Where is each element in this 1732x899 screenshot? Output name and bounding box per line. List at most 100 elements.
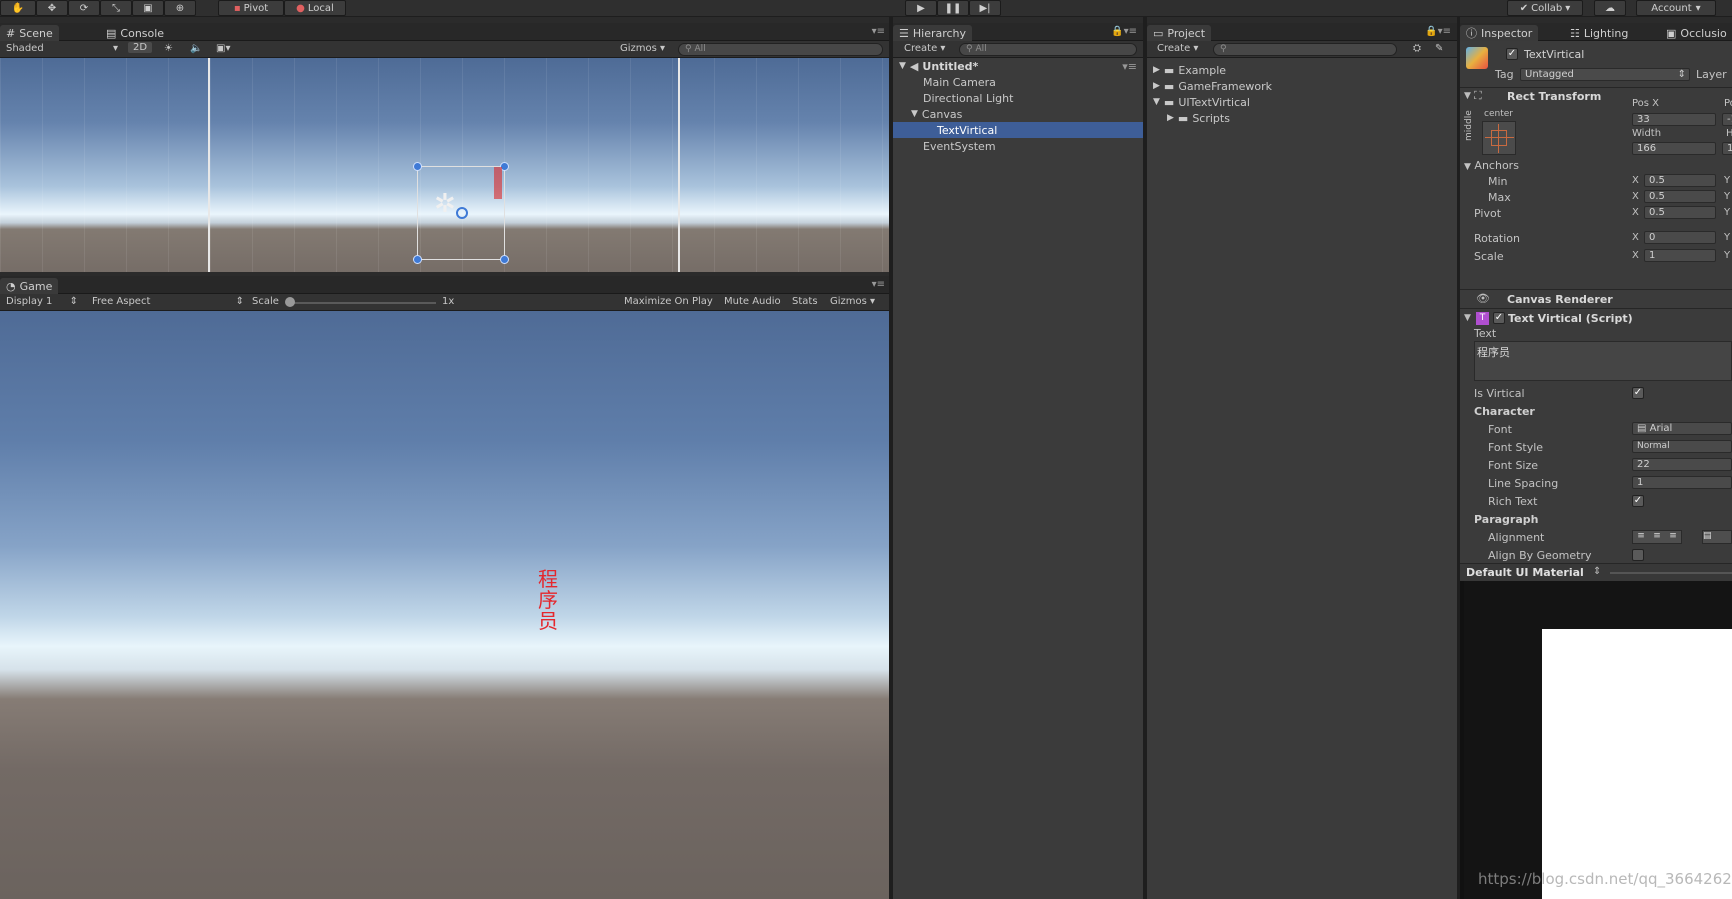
- active-checkbox[interactable]: ✓: [1506, 48, 1518, 60]
- game-view[interactable]: 程 序 员: [0, 311, 889, 899]
- rect-handle[interactable]: [413, 255, 422, 264]
- hierarchy-item[interactable]: EventSystem: [893, 138, 1143, 154]
- tag-dropdown[interactable]: Untagged ⇕: [1520, 68, 1690, 81]
- menu-icon[interactable]: ▾≡: [1122, 60, 1137, 73]
- scale-slider-thumb[interactable]: [285, 297, 295, 307]
- anchors-foldout[interactable]: ▼ Anchors: [1464, 159, 1519, 172]
- font-field[interactable]: ▤ Arial: [1632, 422, 1732, 435]
- hierarchy-create-dropdown[interactable]: Create ▾: [904, 43, 945, 54]
- play-button[interactable]: ▶: [905, 0, 937, 16]
- effects-dropdown[interactable]: ▣▾: [216, 43, 230, 54]
- lighting-toggle[interactable]: ☀: [164, 43, 173, 54]
- project-search-input[interactable]: ⚲: [1213, 43, 1397, 56]
- transform-tool-button[interactable]: ⊕: [164, 0, 196, 16]
- posy-field[interactable]: -1: [1722, 113, 1732, 126]
- anchors-min-x-field[interactable]: 0.5: [1644, 174, 1716, 187]
- display-dropdown[interactable]: Display 1 ⇕: [6, 296, 78, 307]
- object-name[interactable]: TextVirtical: [1524, 48, 1584, 61]
- rect-tool-button[interactable]: ▣: [132, 0, 164, 16]
- tag-icon[interactable]: ✎: [1435, 43, 1443, 54]
- is-vertical-checkbox[interactable]: ✓: [1632, 387, 1644, 399]
- rect-handle[interactable]: [413, 162, 422, 171]
- scene-search-input[interactable]: ⚲ All: [678, 43, 883, 56]
- aspect-dropdown[interactable]: Free Aspect ⇕: [92, 296, 244, 307]
- hierarchy-item-selected[interactable]: TextVirtical: [893, 122, 1143, 138]
- align-top-icon[interactable]: ▤: [1703, 531, 1712, 541]
- anchors-max-x-field[interactable]: 0.5: [1644, 190, 1716, 203]
- pivot-handle[interactable]: [456, 207, 468, 219]
- script-header[interactable]: ▼ T ✓ Text Virtical (Script): [1460, 308, 1732, 327]
- posx-field[interactable]: 33: [1632, 113, 1716, 126]
- maximize-on-play-toggle[interactable]: Maximize On Play: [624, 296, 713, 307]
- cloud-button[interactable]: ☁: [1594, 0, 1626, 16]
- rich-text-checkbox[interactable]: ✓: [1632, 495, 1644, 507]
- align-center-icon[interactable]: ≡: [1653, 531, 1661, 543]
- tab-game[interactable]: ◔ Game: [0, 278, 59, 294]
- stats-toggle[interactable]: Stats: [792, 296, 818, 307]
- move-tool-button[interactable]: ✥: [36, 0, 68, 16]
- align-right-icon[interactable]: ≡: [1669, 531, 1677, 543]
- vertical-alignment-group[interactable]: ▤: [1702, 530, 1732, 544]
- anchor-preset-button[interactable]: [1482, 121, 1516, 155]
- project-folder[interactable]: ▼ ▬ UITextVirtical: [1147, 94, 1250, 110]
- pause-button[interactable]: ❚❚: [937, 0, 969, 16]
- align-left-icon[interactable]: ≡: [1637, 531, 1645, 543]
- project-folder[interactable]: ▶ ▬ Scripts: [1147, 110, 1230, 126]
- tab-scene[interactable]: # Scene: [0, 25, 59, 41]
- scale-tool-button[interactable]: ⤡: [100, 0, 132, 16]
- pivot-toggle[interactable]: ▪ Pivot: [218, 0, 284, 16]
- rotation-x-field[interactable]: 0: [1644, 231, 1716, 244]
- account-dropdown[interactable]: Account ▾: [1636, 0, 1716, 16]
- rect-handle[interactable]: [500, 255, 509, 264]
- font-size-field[interactable]: 22: [1632, 458, 1732, 471]
- scene-view[interactable]: ✲: [0, 58, 889, 272]
- game-gizmos-dropdown[interactable]: Gizmos ▾: [830, 296, 875, 307]
- anchor-icon[interactable]: ✲: [434, 191, 456, 217]
- step-button[interactable]: ▶|: [969, 0, 1001, 16]
- font-style-dropdown[interactable]: Normal: [1632, 440, 1732, 453]
- height-field[interactable]: 1: [1722, 142, 1732, 155]
- tab-inspector[interactable]: ⓘ Inspector: [1460, 25, 1539, 41]
- scale-slider-track[interactable]: [288, 302, 436, 304]
- hierarchy-item[interactable]: Directional Light: [893, 90, 1143, 106]
- horizontal-alignment-group[interactable]: ≡ ≡ ≡: [1632, 530, 1682, 544]
- rect-transform-header[interactable]: ▼ ⛶ Rect Transform: [1460, 87, 1732, 105]
- tab-project[interactable]: ▭ Project: [1147, 25, 1212, 41]
- filter-type-icon[interactable]: ⛭: [1413, 43, 1421, 54]
- align-by-geometry-checkbox[interactable]: [1632, 549, 1644, 561]
- panel-menu-icon[interactable]: ▾≡: [872, 26, 885, 37]
- shading-dropdown[interactable]: Shaded ▾: [6, 43, 118, 54]
- canvas-renderer-header[interactable]: 👁 Canvas Renderer: [1460, 289, 1732, 308]
- scene-root-row[interactable]: ▼ ◀ Untitled* ▾≡: [893, 58, 1143, 74]
- width-field[interactable]: 166: [1632, 142, 1716, 155]
- collab-dropdown[interactable]: ✔ Collab ▾: [1507, 0, 1583, 16]
- mute-audio-toggle[interactable]: Mute Audio: [724, 296, 781, 307]
- line-spacing-field[interactable]: 1: [1632, 476, 1732, 489]
- script-enabled-checkbox[interactable]: ✓: [1493, 312, 1505, 324]
- lock-icon[interactable]: 🔒▾≡: [1111, 26, 1137, 37]
- project-folder[interactable]: ▶ ▬ Example: [1147, 62, 1226, 78]
- scale-x-field[interactable]: 1: [1644, 249, 1716, 262]
- hierarchy-search-input[interactable]: ⚲ All: [959, 43, 1137, 56]
- material-preview[interactable]: [1460, 581, 1732, 899]
- hierarchy-item[interactable]: Main Camera: [893, 74, 1143, 90]
- tab-occlusion[interactable]: ▣ Occlusio: [1660, 25, 1732, 41]
- lock-icon[interactable]: 🔒▾≡: [1425, 26, 1451, 37]
- tab-console[interactable]: ▤ Console: [100, 25, 170, 41]
- hand-tool-button[interactable]: ✋: [0, 0, 36, 16]
- scene-gizmos-dropdown[interactable]: Gizmos ▾: [620, 43, 665, 54]
- material-header[interactable]: Default UI Material ⇕: [1460, 563, 1732, 581]
- 2d-toggle[interactable]: 2D: [128, 42, 153, 53]
- project-folder[interactable]: ▶ ▬ GameFramework: [1147, 78, 1272, 94]
- rect-gizmo[interactable]: ✲: [413, 162, 509, 264]
- text-area[interactable]: 程序员: [1474, 341, 1732, 381]
- panel-menu-icon[interactable]: ▾≡: [872, 279, 885, 290]
- hierarchy-item[interactable]: ▼ Canvas: [893, 106, 1143, 122]
- local-toggle[interactable]: ● Local: [284, 0, 346, 16]
- tab-hierarchy[interactable]: ☰ Hierarchy: [893, 25, 973, 41]
- tab-lighting[interactable]: ☷ Lighting: [1564, 25, 1634, 41]
- pivot-x-field[interactable]: 0.5: [1644, 206, 1716, 219]
- audio-toggle[interactable]: 🔈: [190, 43, 202, 54]
- rotate-tool-button[interactable]: ⟳: [68, 0, 100, 16]
- project-create-dropdown[interactable]: Create ▾: [1157, 43, 1198, 54]
